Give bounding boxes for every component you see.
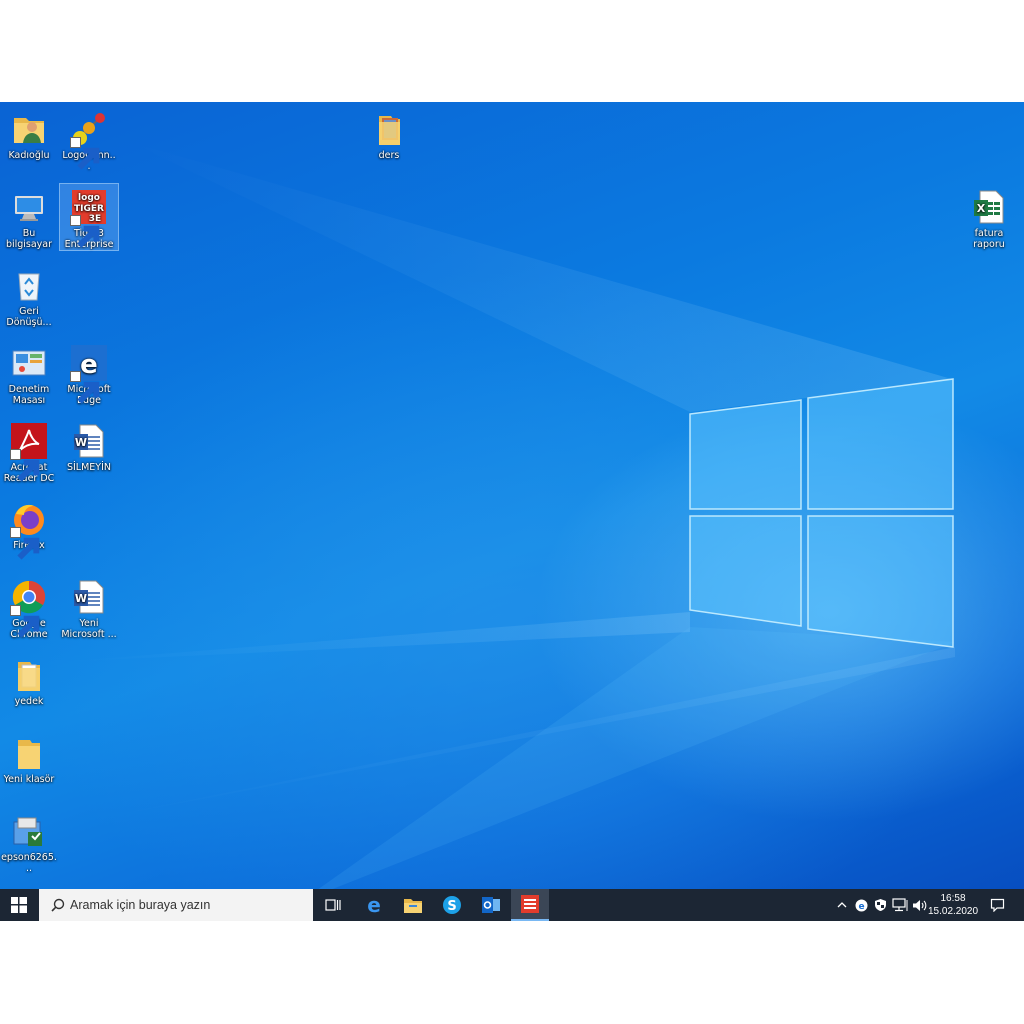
- taskbar-outlook-button[interactable]: [472, 889, 510, 921]
- desktop-icon-label: fatura raporu: [973, 228, 1005, 250]
- logo-text: TIGER: [74, 204, 104, 214]
- taskbar-clock[interactable]: 16:58 15.02.2020: [928, 892, 978, 918]
- file-explorer-icon: [404, 899, 422, 913]
- desktop-icon-tiger3-enterprise[interactable]: logo TIGER 3E Tiger3 Enterprise: [59, 183, 119, 251]
- tray-edge-app[interactable]: e: [852, 889, 870, 921]
- taskbar-skype-button[interactable]: S: [433, 889, 471, 921]
- shortcut-arrow-icon: [10, 605, 40, 638]
- desktop-icon-kadioglu[interactable]: Kadıoğlu: [0, 106, 58, 161]
- taskbar-file-explorer-button[interactable]: [394, 889, 432, 921]
- shortcut-arrow-icon: [10, 527, 40, 560]
- acrobat-icon: [10, 422, 48, 482]
- chrome-icon: [10, 578, 48, 638]
- desktop-icon-label: Bu bilgisayar: [5, 228, 53, 250]
- desktop-background[interactable]: Kadıoğlu LogoConn... ders Bu bilgisayar …: [0, 102, 1024, 889]
- task-view-button[interactable]: [314, 889, 352, 921]
- installer-icon: [10, 812, 48, 850]
- logo-connect-icon: [70, 110, 108, 170]
- control-panel-icon: [10, 344, 48, 382]
- svg-text:e: e: [858, 902, 864, 912]
- desktop-icon-label: Geri Dönüşü...: [6, 306, 52, 328]
- desktop-icon-label: epson6265...: [1, 852, 57, 874]
- skype-icon: S: [443, 896, 461, 914]
- edge-icon: e: [70, 344, 108, 404]
- logo-tiger-icon: [521, 895, 539, 913]
- desktop-icon-label: yedek: [14, 696, 44, 707]
- tray-security[interactable]: [871, 889, 889, 921]
- svg-text:X: X: [977, 202, 986, 215]
- desktop-icon-acrobat-reader[interactable]: Acrobat Reader DC: [0, 418, 58, 484]
- desktop-icon-label: ders: [378, 150, 400, 161]
- task-view-icon: [325, 899, 341, 911]
- network-icon: [892, 898, 908, 912]
- logo-text: logo: [78, 193, 100, 203]
- desktop-icon-label: SİLMEYİN: [66, 462, 112, 473]
- desktop-icon-geri-donusum[interactable]: Geri Dönüşü...: [0, 262, 58, 328]
- clock-time: 16:58: [940, 893, 966, 904]
- computer-icon: [10, 188, 48, 226]
- word-icon: W: [70, 422, 108, 460]
- desktop-icon-silmeyin[interactable]: W SİLMEYİN: [60, 418, 118, 473]
- svg-text:e: e: [367, 895, 381, 915]
- logo-tiger-icon: logo TIGER 3E: [70, 188, 108, 248]
- desktop-icon-firefox[interactable]: Firefox: [0, 496, 58, 560]
- volume-icon: [912, 899, 926, 911]
- tray-volume[interactable]: [910, 889, 928, 921]
- screen: Kadıoğlu LogoConn... ders Bu bilgisayar …: [0, 102, 1024, 921]
- taskbar-tiger-button[interactable]: [511, 889, 549, 921]
- user-folder-icon: [10, 110, 48, 148]
- desktop-icon-label: Yeni klasör: [3, 774, 55, 785]
- desktop-icon-label: Denetim Masası: [8, 384, 50, 406]
- desktop-icon-yeni-microsoft[interactable]: W Yeni Microsoft ...: [60, 574, 118, 640]
- word-icon: W: [70, 578, 108, 616]
- folder-icon: [10, 734, 48, 772]
- taskbar-search-box[interactable]: Aramak için buraya yazın: [39, 889, 313, 921]
- desktop-icon-label: Yeni Microsoft ...: [61, 618, 117, 640]
- shortcut-arrow-icon: [10, 449, 40, 482]
- desktop-icon-denetim-masasi[interactable]: Denetim Masası: [0, 340, 58, 406]
- edge-tray-icon: e: [855, 899, 867, 912]
- folder-icon: [370, 110, 408, 148]
- windows-logo-wallpaper: [60, 142, 955, 889]
- desktop-icon-ders[interactable]: ders: [360, 106, 418, 161]
- desktop-icon-fatura-raporu[interactable]: X fatura raporu: [958, 184, 1020, 250]
- desktop-icon-label: Kadıoğlu: [8, 150, 50, 161]
- firefox-icon: [10, 500, 48, 560]
- desktop-icon-google-chrome[interactable]: Google Chrome: [0, 574, 58, 640]
- shortcut-arrow-icon: [70, 371, 100, 404]
- recycle-bin-icon: [10, 266, 48, 304]
- svg-text:S: S: [447, 899, 456, 914]
- search-placeholder: Aramak için buraya yazın: [70, 898, 211, 912]
- search-icon: [51, 898, 65, 912]
- clock-date: 15.02.2020: [928, 906, 979, 917]
- desktop-icon-yedek[interactable]: yedek: [0, 652, 58, 707]
- desktop-icon-epson[interactable]: epson6265...: [0, 808, 58, 874]
- shortcut-arrow-icon: [70, 215, 100, 248]
- taskbar: Aramak için buraya yazın e S e 16:58 15.…: [0, 889, 1024, 921]
- excel-icon: X: [970, 188, 1008, 226]
- folder-icon: [10, 656, 48, 694]
- security-icon: [874, 899, 886, 911]
- svg-text:W: W: [75, 436, 87, 449]
- desktop-icon-logoconnect[interactable]: LogoConn...: [60, 106, 118, 172]
- chevron-up-icon: [837, 902, 847, 908]
- desktop-icon-microsoft-edge[interactable]: e Microsoft Edge: [60, 340, 118, 406]
- action-center-icon: [990, 898, 1004, 912]
- svg-text:W: W: [75, 592, 87, 605]
- desktop-icon-bu-bilgisayar[interactable]: Bu bilgisayar: [0, 184, 58, 250]
- tray-network[interactable]: [890, 889, 910, 921]
- desktop-icon-yeni-klasor[interactable]: Yeni klasör: [0, 730, 58, 785]
- shortcut-arrow-icon: [70, 137, 100, 170]
- taskbar-edge-button[interactable]: e: [355, 889, 393, 921]
- action-center-button[interactable]: [982, 889, 1012, 921]
- windows-logo-icon: [11, 897, 27, 913]
- start-button[interactable]: [0, 889, 38, 921]
- outlook-icon: [482, 897, 500, 913]
- edge-icon: e: [367, 895, 381, 915]
- show-hidden-icons-button[interactable]: [834, 889, 850, 921]
